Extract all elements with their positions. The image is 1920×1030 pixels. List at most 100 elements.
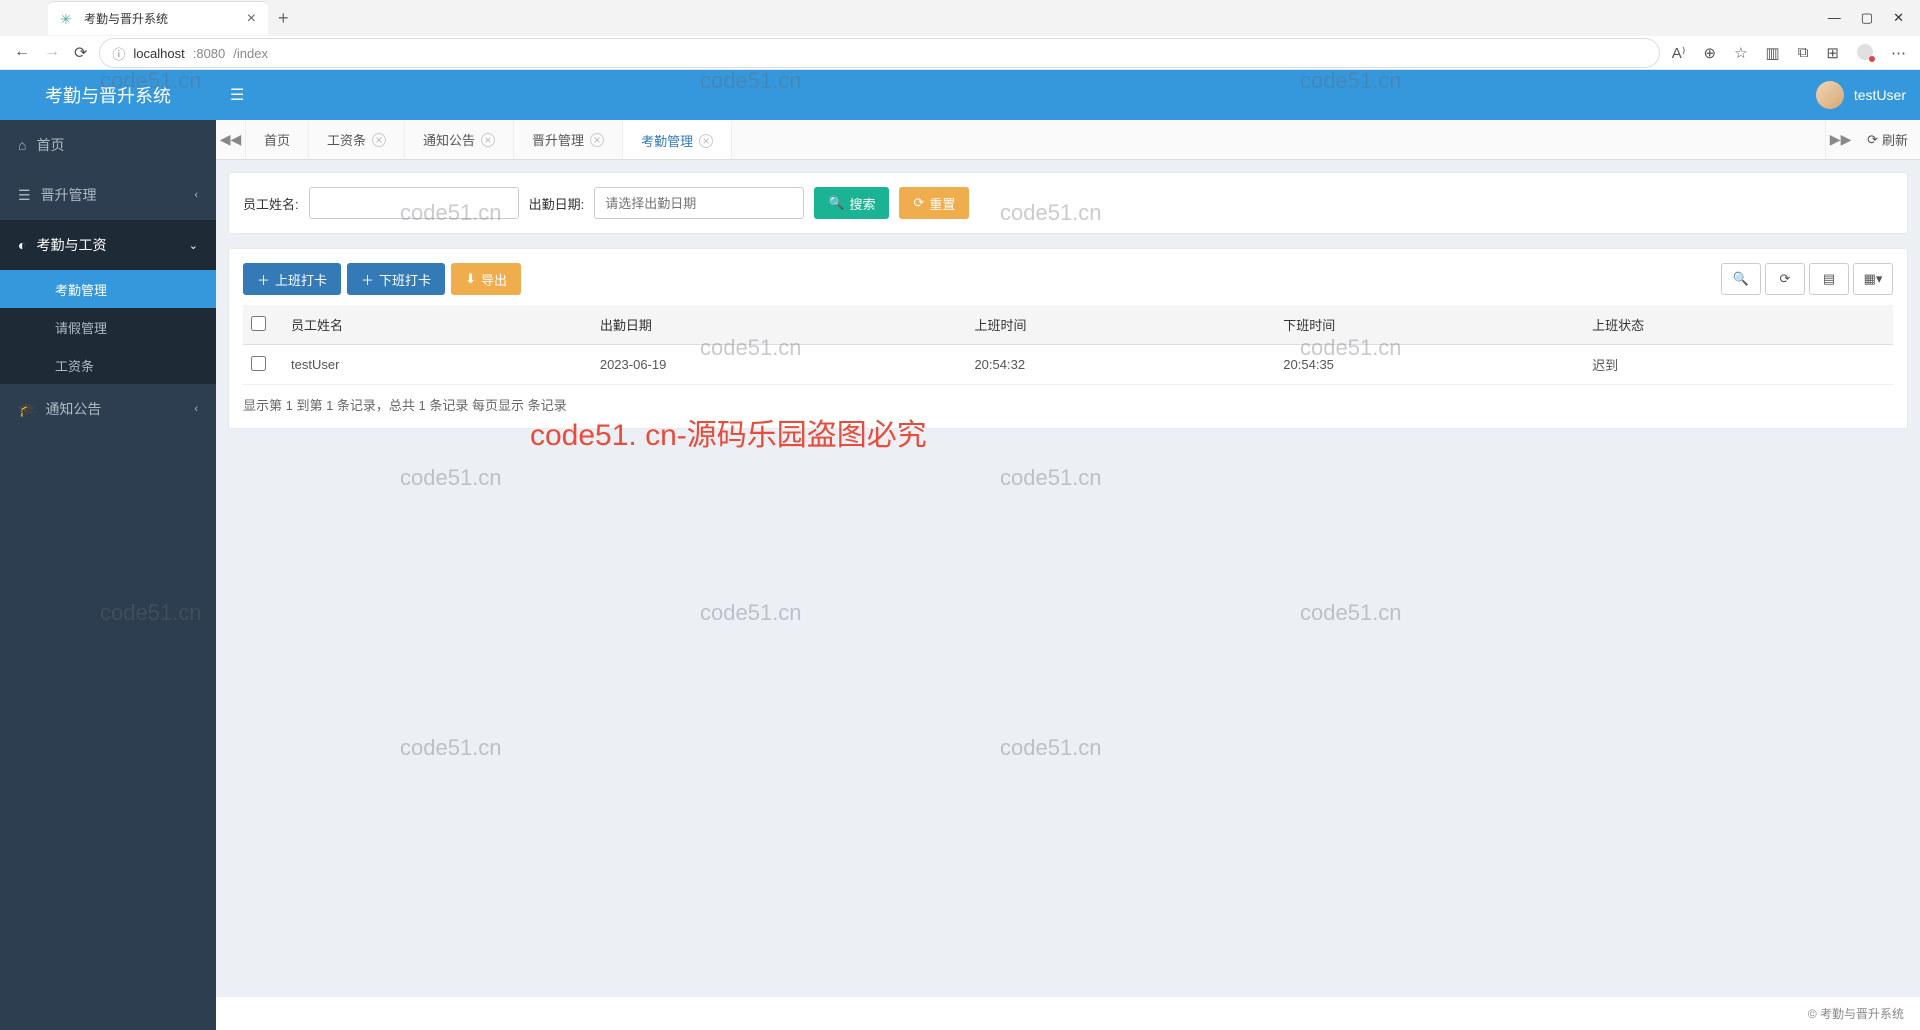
page-footer: © 考勤与晋升系统 xyxy=(216,996,1920,1030)
page-tab-attendance[interactable]: 考勤管理× xyxy=(623,120,732,159)
clockin-button[interactable]: ＋上班打卡 xyxy=(243,263,341,295)
main-area: ☰ testUser ◀◀ 首页 工资条× 通知公告× 晋升管理× 考勤管理× … xyxy=(216,70,1920,1030)
bars-icon: ☰ xyxy=(18,187,31,204)
col-in[interactable]: 上班时间 xyxy=(966,305,1275,345)
sidebar-label: 考勤与工资 xyxy=(36,235,106,255)
sidebar-item-promotion[interactable]: ☰ 晋升管理 ‹ xyxy=(0,170,216,220)
cell-in: 20:54:32 xyxy=(966,345,1275,385)
back-icon[interactable]: ← xyxy=(14,43,30,63)
more-icon[interactable]: ⋯ xyxy=(1891,44,1906,62)
topbar: ☰ testUser xyxy=(216,70,1920,120)
search-button[interactable]: 🔍搜索 xyxy=(814,187,889,219)
downloads-icon[interactable]: ⊞ xyxy=(1826,44,1839,62)
tabs-scroll-right[interactable]: ▶▶ xyxy=(1825,120,1855,159)
table-row[interactable]: testUser 2023-06-19 20:54:32 20:54:35 迟到 xyxy=(243,345,1893,385)
url-host: localhost xyxy=(133,46,184,61)
minimize-icon[interactable]: — xyxy=(1828,10,1841,26)
tab-close-icon[interactable]: × xyxy=(372,133,386,147)
page-tab-home[interactable]: 首页 xyxy=(246,120,309,159)
col-out[interactable]: 下班时间 xyxy=(1275,305,1584,345)
name-input[interactable] xyxy=(309,187,519,219)
cell-status: 迟到 xyxy=(1584,345,1893,385)
user-name[interactable]: testUser xyxy=(1854,87,1906,103)
list-icon: ▤ xyxy=(1823,271,1835,287)
reload-icon[interactable]: ⟳ xyxy=(74,43,87,63)
row-checkbox[interactable] xyxy=(251,356,266,371)
export-button[interactable]: ⬇导出 xyxy=(451,263,521,295)
chevron-left-icon: ‹ xyxy=(194,189,198,201)
search-icon: 🔍 xyxy=(828,195,844,211)
sidebar-label: 晋升管理 xyxy=(41,185,97,205)
read-aloud-icon[interactable]: A⁾ xyxy=(1672,44,1686,62)
close-window-icon[interactable]: ✕ xyxy=(1893,10,1904,26)
tab-close-icon[interactable]: × xyxy=(699,134,713,148)
sidebar-item-home[interactable]: ⌂ 首页 xyxy=(0,120,216,170)
sidebar-item-attendance-pay[interactable]: ◐ 考勤与工资 ⌄ xyxy=(0,220,216,270)
pagination-info: 显示第 1 到第 1 条记录，总共 1 条记录 每页显示 条记录 xyxy=(243,395,1893,414)
grid-search-button[interactable]: 🔍 xyxy=(1721,263,1761,295)
cell-out: 20:54:35 xyxy=(1275,345,1584,385)
col-date[interactable]: 出勤日期 xyxy=(592,305,967,345)
search-icon: 🔍 xyxy=(1733,271,1749,287)
col-name[interactable]: 员工姓名 xyxy=(283,305,592,345)
sidebar-sub-salary[interactable]: 工资条 xyxy=(0,346,216,384)
clockout-button[interactable]: ＋下班打卡 xyxy=(347,263,445,295)
sidebar-item-notice[interactable]: 🎓 通知公告 ‹ xyxy=(0,384,216,434)
grid-toggle-button[interactable]: ▤ xyxy=(1809,263,1849,295)
zoom-icon[interactable]: ⊕ xyxy=(1703,44,1716,62)
tab-close-icon[interactable]: × xyxy=(247,10,256,28)
sidebar-label: 首页 xyxy=(36,135,64,155)
url-input[interactable]: ⓘ localhost:8080/index xyxy=(99,38,1659,68)
sidebar-sub-leave[interactable]: 请假管理 xyxy=(0,308,216,346)
chevron-left-icon: ‹ xyxy=(194,403,198,415)
tab-title: 考勤与晋升系统 xyxy=(84,10,239,27)
date-label: 出勤日期: xyxy=(529,194,585,213)
collections-icon[interactable]: ▥ xyxy=(1766,44,1780,62)
grid-columns-button[interactable]: ▦▾ xyxy=(1853,263,1893,295)
tab-close-icon[interactable]: × xyxy=(590,133,604,147)
search-panel: 员工姓名: 出勤日期: 🔍搜索 ⟳重置 xyxy=(228,172,1908,234)
select-all-checkbox[interactable] xyxy=(251,316,266,331)
tab-close-icon[interactable]: × xyxy=(481,133,495,147)
favorite-icon[interactable]: ☆ xyxy=(1734,44,1747,62)
sidebar: 考勤与晋升系统 ⌂ 首页 ☰ 晋升管理 ‹ ◐ 考勤与工资 ⌄ 考勤管理 请假管… xyxy=(0,70,216,1030)
reset-button[interactable]: ⟳重置 xyxy=(899,187,969,219)
attendance-table: 员工姓名 出勤日期 上班时间 下班时间 上班状态 testUser 2023-0… xyxy=(243,305,1893,385)
page-tab-promotion[interactable]: 晋升管理× xyxy=(514,120,623,159)
browser-tab-bar: ✳ 考勤与晋升系统 × + — ▢ ✕ xyxy=(0,0,1920,36)
page-tab-salary[interactable]: 工资条× xyxy=(309,120,405,159)
forward-icon[interactable]: → xyxy=(44,43,60,63)
col-status[interactable]: 上班状态 xyxy=(1584,305,1893,345)
download-icon: ⬇ xyxy=(465,271,476,287)
site-info-icon[interactable]: ⓘ xyxy=(112,44,125,63)
menu-toggle-icon[interactable]: ☰ xyxy=(230,85,244,105)
page-tab-notice[interactable]: 通知公告× xyxy=(405,120,514,159)
refresh-icon: ⟳ xyxy=(1867,132,1878,148)
date-input[interactable] xyxy=(594,187,804,219)
user-avatar[interactable] xyxy=(1816,81,1844,109)
browser-tab[interactable]: ✳ 考勤与晋升系统 × xyxy=(48,1,268,35)
name-label: 员工姓名: xyxy=(243,194,299,213)
sidebar-sub-attendance[interactable]: 考勤管理 xyxy=(0,270,216,308)
home-icon: ⌂ xyxy=(18,137,26,153)
plus-icon: ＋ xyxy=(361,270,374,289)
maximize-icon[interactable]: ▢ xyxy=(1861,10,1873,26)
brand-title: 考勤与晋升系统 xyxy=(0,70,216,120)
browser-chrome: ✳ 考勤与晋升系统 × + — ▢ ✕ ← → ⟳ ⓘ localhost:80… xyxy=(0,0,1920,70)
tabs-refresh-button[interactable]: ⟳刷新 xyxy=(1855,120,1920,159)
chevron-down-icon: ⌄ xyxy=(189,239,198,252)
extensions-icon[interactable]: ⧉ xyxy=(1798,44,1809,62)
grid-refresh-button[interactable]: ⟳ xyxy=(1765,263,1805,295)
profile-icon[interactable] xyxy=(1857,44,1873,60)
tabs-scroll-left[interactable]: ◀◀ xyxy=(216,120,246,159)
window-controls: — ▢ ✕ xyxy=(1828,10,1920,26)
graduation-icon: 🎓 xyxy=(18,401,35,418)
grid-icon: ▦▾ xyxy=(1864,271,1883,287)
refresh-icon: ⟳ xyxy=(913,195,924,211)
plus-icon: ＋ xyxy=(257,270,270,289)
new-tab-button[interactable]: + xyxy=(278,8,289,29)
refresh-icon: ⟳ xyxy=(1780,271,1791,287)
sidebar-label: 通知公告 xyxy=(45,399,101,419)
tab-favicon: ✳ xyxy=(60,11,76,27)
page-tab-strip: ◀◀ 首页 工资条× 通知公告× 晋升管理× 考勤管理× ▶▶ ⟳刷新 xyxy=(216,120,1920,160)
